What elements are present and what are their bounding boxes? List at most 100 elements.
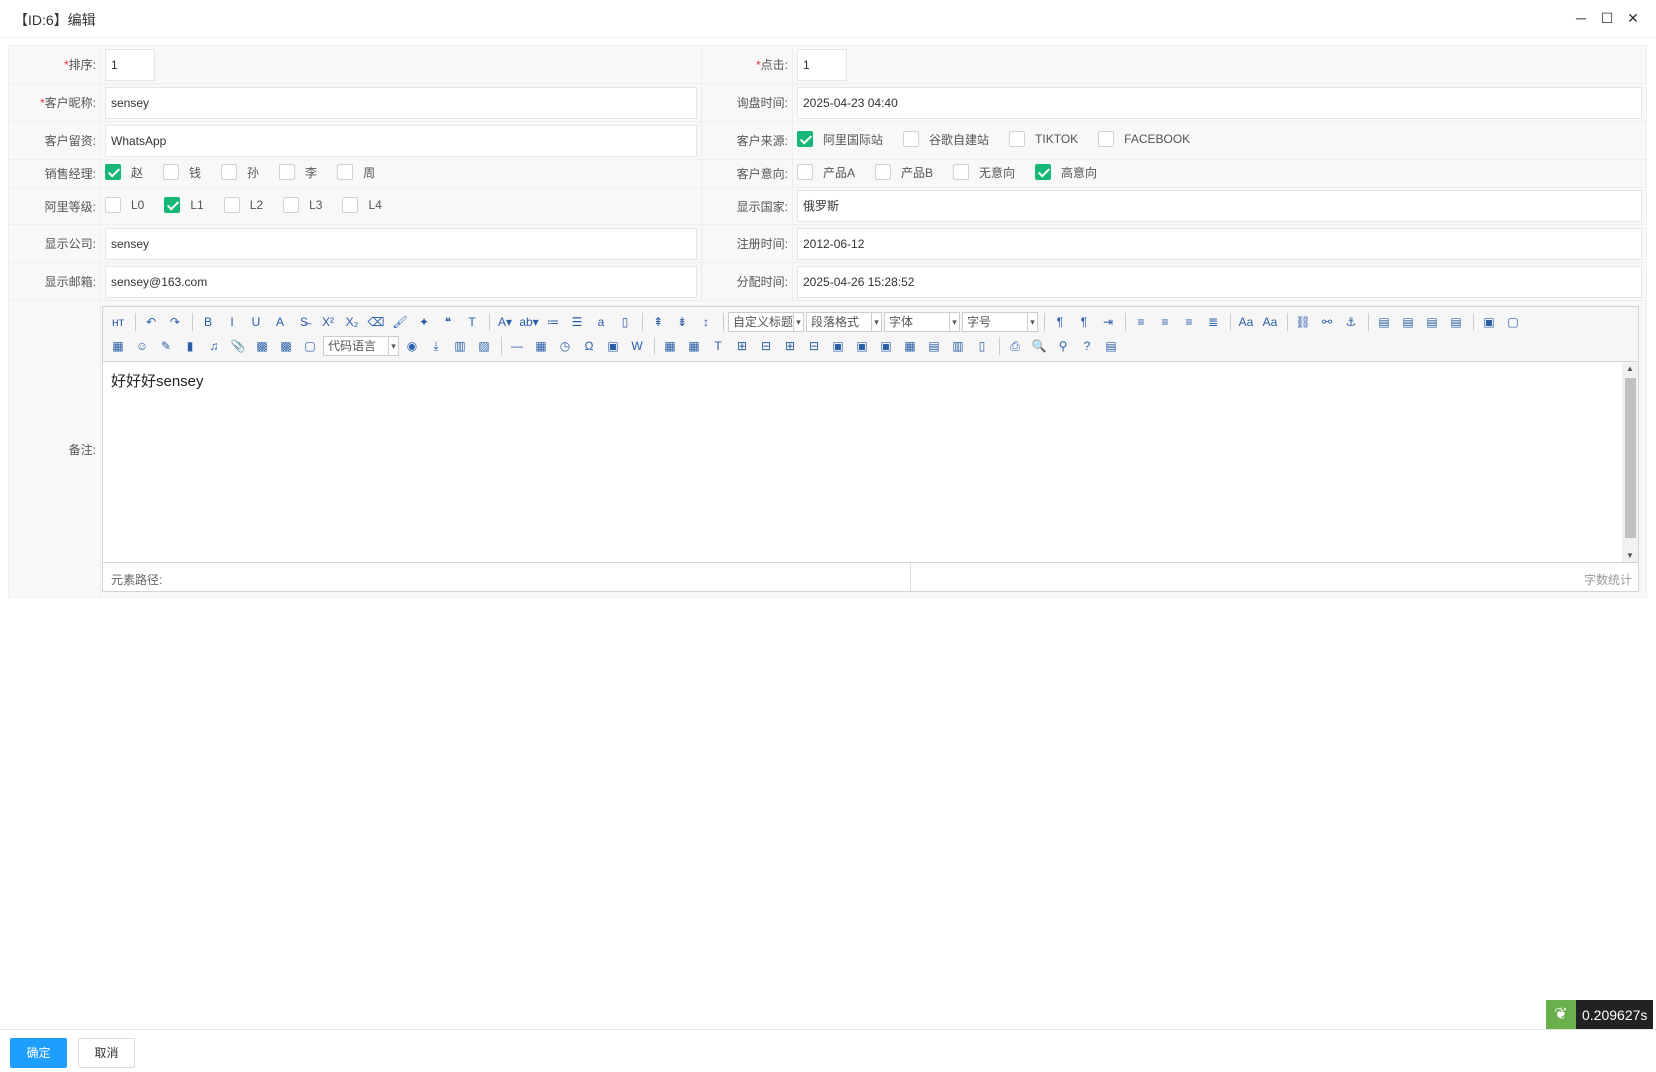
contact-input[interactable]: WhatsApp <box>105 124 697 157</box>
checkbox-option[interactable]: FACEBOOK <box>1098 131 1190 148</box>
clear-doc-icon[interactable]: ▯ <box>614 312 636 332</box>
html-icon[interactable]: ʜᴛ <box>107 312 129 332</box>
font-select[interactable]: 字体 <box>884 312 960 332</box>
insert-frame-icon[interactable]: ▢ <box>299 336 321 356</box>
paste-plain-icon[interactable]: T <box>461 312 483 332</box>
indent-icon[interactable]: ⇥ <box>1097 312 1119 332</box>
checkbox-unchecked-icon[interactable] <box>337 164 354 181</box>
link-icon[interactable]: ⛓ <box>1292 312 1314 332</box>
bold-icon[interactable]: B <box>197 312 219 332</box>
company-input[interactable]: sensey <box>105 227 697 260</box>
delete-col-icon[interactable]: ⊟ <box>803 336 825 356</box>
row-spacing-bottom-icon[interactable]: ⇟ <box>671 312 693 332</box>
checkbox-option[interactable]: TIKTOK <box>1009 131 1078 148</box>
ordered-list-icon[interactable]: ≔ <box>542 312 564 332</box>
checkbox-unchecked-icon[interactable] <box>163 164 180 181</box>
checkbox-unchecked-icon[interactable] <box>342 196 359 213</box>
checkbox-option[interactable]: 钱 <box>163 164 201 181</box>
anchor-icon[interactable]: ⚓ <box>1340 312 1362 332</box>
checkbox-option[interactable]: 产品B <box>875 164 933 181</box>
unlink-icon[interactable]: ⚯ <box>1316 312 1338 332</box>
auto-format-icon[interactable]: ✦ <box>413 312 435 332</box>
emotion-icon[interactable]: ☺ <box>131 336 153 356</box>
cancel-button[interactable]: 取消 <box>78 1038 135 1068</box>
checkbox-option[interactable]: 阿里国际站 <box>797 131 883 148</box>
size-select[interactable]: 字号 <box>962 312 1038 332</box>
lowercase-icon[interactable]: Aa <box>1259 312 1281 332</box>
split-rows-icon[interactable]: ▤ <box>923 336 945 356</box>
date-icon[interactable]: ▦ <box>530 336 552 356</box>
checkbox-option[interactable]: L0 <box>105 196 144 213</box>
clicks-input[interactable]: 1 <box>797 48 847 81</box>
checkbox-option[interactable]: L1 <box>164 196 204 213</box>
merge-cells-icon[interactable]: ▣ <box>827 336 849 356</box>
checkbox-unchecked-icon[interactable] <box>283 196 300 213</box>
scroll-down-icon[interactable]: ▼ <box>1622 551 1638 560</box>
confirm-button[interactable]: 确定 <box>10 1038 67 1068</box>
inquiry-time-input[interactable]: 2025-04-23 04:40 <box>797 86 1642 119</box>
checkbox-option[interactable]: 赵 <box>105 164 143 181</box>
checkbox-unchecked-icon[interactable] <box>1098 131 1115 148</box>
help-icon[interactable]: ? <box>1076 336 1098 356</box>
checkbox-option[interactable]: 周 <box>337 164 375 181</box>
music-icon[interactable]: ♫ <box>203 336 225 356</box>
checkbox-option[interactable]: L2 <box>223 196 263 213</box>
time-icon[interactable]: ◷ <box>554 336 576 356</box>
delete-table-icon[interactable]: ▦ <box>683 336 705 356</box>
nickname-input[interactable]: sensey <box>105 86 697 119</box>
print-icon[interactable]: ⎙ <box>1004 336 1026 356</box>
row-spacing-top-icon[interactable]: ⇞ <box>647 312 669 332</box>
split-cols-icon[interactable]: ▥ <box>947 336 969 356</box>
insert-image-icon[interactable]: ▣ <box>1478 312 1500 332</box>
delete-row-icon[interactable]: ⊟ <box>755 336 777 356</box>
attachment-icon[interactable]: 📎 <box>227 336 249 356</box>
insert-row-icon[interactable]: ⊞ <box>731 336 753 356</box>
unordered-list-icon[interactable]: ☰ <box>566 312 588 332</box>
webapp-icon[interactable]: ◉ <box>401 336 423 356</box>
checkbox-option[interactable]: 孙 <box>221 164 259 181</box>
align-left-icon[interactable]: ≡ <box>1130 312 1152 332</box>
chart-icon[interactable]: ▯ <box>971 336 993 356</box>
rtl-icon[interactable]: ¶ <box>1073 312 1095 332</box>
drafts-icon[interactable]: ▤ <box>1100 336 1122 356</box>
subscript-icon[interactable]: X₂ <box>341 312 363 332</box>
assign-time-input[interactable]: 2025-04-26 15:28:52 <box>797 265 1642 298</box>
format-brush-icon[interactable]: 🖌 <box>389 312 411 332</box>
checkbox-option[interactable]: 高意向 <box>1035 164 1097 181</box>
map-icon[interactable]: ▩ <box>251 336 273 356</box>
highlight-color-icon[interactable]: ab▾ <box>518 312 540 332</box>
align-right-icon[interactable]: ≡ <box>1178 312 1200 332</box>
heading-select[interactable]: 自定义标题 <box>728 312 804 332</box>
preview-icon[interactable]: 🔍 <box>1028 336 1050 356</box>
wordimage-icon[interactable]: ▣ <box>602 336 624 356</box>
image-left-icon[interactable]: ▤ <box>1397 312 1419 332</box>
image-right-icon[interactable]: ▤ <box>1421 312 1443 332</box>
checkbox-option[interactable]: L4 <box>342 196 382 213</box>
italic-icon[interactable]: I <box>221 312 243 332</box>
minimize-icon[interactable]: ─ <box>1572 9 1590 27</box>
email-input[interactable]: sensey@163.com <box>105 265 697 298</box>
checkbox-option[interactable]: 谷歌自建站 <box>903 131 989 148</box>
insert-col-icon[interactable]: ⊞ <box>779 336 801 356</box>
blockquote-icon[interactable]: ❝ <box>437 312 459 332</box>
debug-badge[interactable]: ❦ 0.209627s <box>1546 1000 1654 1030</box>
close-icon[interactable]: ✕ <box>1624 9 1642 27</box>
checkbox-unchecked-icon[interactable] <box>903 131 920 148</box>
special-char-icon[interactable]: Ω <box>578 336 600 356</box>
ltr-icon[interactable]: ¶ <box>1049 312 1071 332</box>
code-select[interactable]: 代码语言 <box>323 336 399 356</box>
checkbox-checked-icon[interactable] <box>797 131 813 148</box>
template-icon[interactable]: ▥ <box>449 336 471 356</box>
line-height-icon[interactable]: ↕ <box>695 312 717 332</box>
font-border-icon[interactable]: A <box>269 312 291 332</box>
checkbox-option[interactable]: 产品A <box>797 164 855 181</box>
editor-content[interactable]: 好好好sensey ▲ ▼ <box>103 362 1638 562</box>
split-cells-icon[interactable]: ▦ <box>899 336 921 356</box>
eraser-icon[interactable]: ⌫ <box>365 312 387 332</box>
superscript-icon[interactable]: X² <box>317 312 339 332</box>
undo-icon[interactable]: ↶ <box>140 312 162 332</box>
scroll-thumb[interactable] <box>1625 378 1636 538</box>
editor-scrollbar[interactable]: ▲ ▼ <box>1622 362 1638 562</box>
checkbox-unchecked-icon[interactable] <box>223 196 240 213</box>
checkbox-unchecked-icon[interactable] <box>1009 131 1026 148</box>
